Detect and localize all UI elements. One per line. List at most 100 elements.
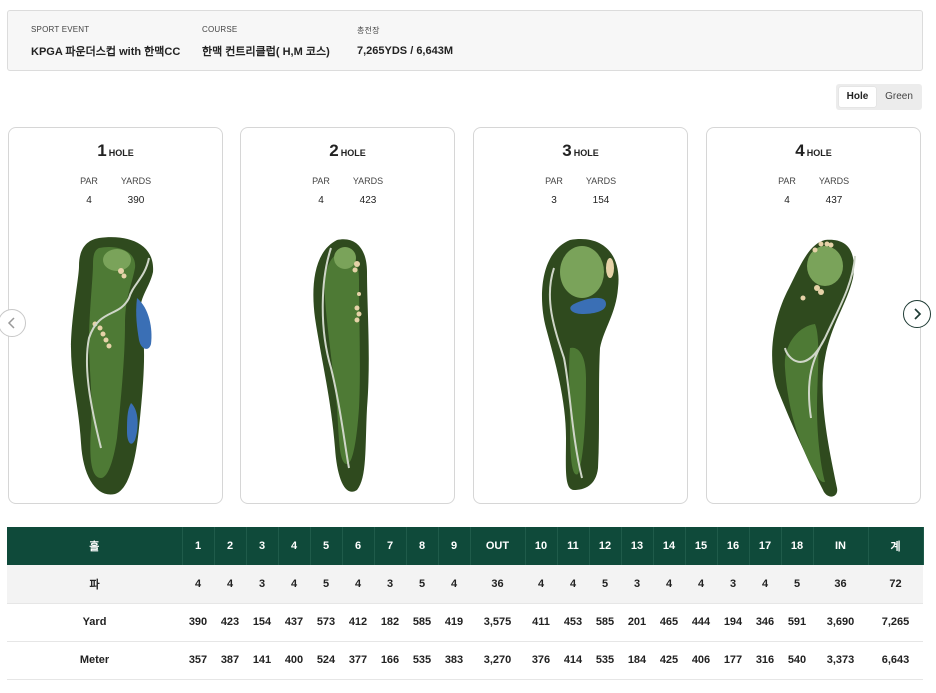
hole-card-1[interactable]: 1 HOLE PAR 4 YARDS 390: [8, 127, 223, 504]
table-cell: 383: [438, 641, 470, 680]
table-cell: 4: [653, 565, 685, 604]
row-label: Meter: [7, 641, 182, 680]
par-value: 3: [551, 195, 557, 206]
table-cell: 4: [525, 565, 557, 604]
table-cell: 412: [342, 603, 374, 642]
hole-suffix: HOLE: [340, 148, 366, 158]
hole-card-4[interactable]: 4 HOLE PAR 4 YARDS 437: [706, 127, 921, 504]
table-cell: 5: [589, 565, 621, 604]
bunkers: [606, 258, 614, 278]
hole-1-map: [71, 237, 154, 495]
yards-value: 154: [592, 195, 610, 206]
yards-value: 423: [359, 195, 377, 206]
table-cell: 3,270: [470, 641, 525, 680]
yards-label: YARDS: [120, 176, 152, 186]
chevron-right-icon: [914, 308, 922, 320]
table-cell: 5: [781, 565, 813, 604]
header-cell: 17: [749, 527, 782, 565]
table-cell: 4: [278, 565, 310, 604]
table-cell: 465: [653, 603, 685, 642]
header-cell: 7: [374, 527, 407, 565]
hole-title: 3 HOLE: [474, 141, 687, 161]
table-cell: 184: [621, 641, 653, 680]
header-cell: 3: [246, 527, 279, 565]
table-cell: 154: [246, 603, 278, 642]
table-cell: 4: [685, 565, 717, 604]
scorecard-header-row: 홀 1 2 3 4 5 6 7 8 9 OUT 10 11 12 13 14 15 16 17 18 IN 계: [7, 527, 924, 565]
table-cell: 4: [749, 565, 781, 604]
chevron-left-icon: [7, 317, 15, 329]
table-cell: 585: [589, 603, 621, 642]
table-cell: 5: [310, 565, 342, 604]
par-stat: PAR 4: [296, 176, 346, 206]
yards-stat: YARDS 437: [809, 176, 859, 206]
header-cell: 15: [685, 527, 718, 565]
par-stat: PAR 3: [529, 176, 579, 206]
course-label: COURSE: [202, 25, 238, 34]
par-label: PAR: [312, 176, 330, 186]
header-cell: OUT: [470, 527, 526, 565]
header-cell: IN: [813, 527, 869, 565]
view-toggle: Hole Green: [836, 84, 922, 110]
header-cell: 10: [525, 527, 558, 565]
yards-label: YARDS: [352, 176, 384, 186]
par-label: PAR: [80, 176, 98, 186]
table-cell: 585: [406, 603, 438, 642]
table-cell: 573: [310, 603, 342, 642]
table-cell: 591: [781, 603, 813, 642]
hole-suffix: HOLE: [108, 148, 134, 158]
total-length-info: 총전장 7,265YDS / 6,643M: [357, 25, 453, 57]
header-cell: 5: [310, 527, 343, 565]
course-value: 한맥 컨트리클럽( H,M 코스): [202, 46, 330, 58]
par-label: PAR: [545, 176, 563, 186]
par-value: 4: [784, 195, 790, 206]
hole-number: 4: [795, 141, 805, 160]
table-cell: 4: [182, 565, 214, 604]
table-cell: 444: [685, 603, 717, 642]
table-cell: 36: [470, 565, 525, 604]
table-cell: 3: [374, 565, 406, 604]
event-info-bar: SPORT EVENT KPGA 파운더스컵 with 한맥CC COURSE …: [7, 10, 923, 71]
table-cell: 141: [246, 641, 278, 680]
hole-number: 3: [562, 141, 572, 160]
table-cell: 7,265: [868, 603, 923, 642]
hole-number: 1: [97, 141, 107, 160]
table-cell: 419: [438, 603, 470, 642]
header-cell: 6: [342, 527, 375, 565]
header-cell: 18: [781, 527, 814, 565]
next-button[interactable]: [903, 300, 931, 328]
table-cell: 377: [342, 641, 374, 680]
table-cell: 376: [525, 641, 557, 680]
table-cell: 3: [717, 565, 749, 604]
table-cell: 3,373: [813, 641, 868, 680]
table-cell: 414: [557, 641, 589, 680]
table-cell: 437: [278, 603, 310, 642]
toggle-green-button[interactable]: Green: [878, 87, 920, 107]
table-cell: 400: [278, 641, 310, 680]
table-cell: 6,643: [868, 641, 923, 680]
table-cell: 425: [653, 641, 685, 680]
table-cell: 201: [621, 603, 653, 642]
table-cell: 346: [749, 603, 781, 642]
table-cell: 4: [342, 565, 374, 604]
total-length-value: 7,265YDS / 6,643M: [357, 45, 454, 57]
header-cell: 13: [621, 527, 654, 565]
table-cell: 4: [557, 565, 589, 604]
hole-card-2[interactable]: 2 HOLE PAR 4 YARDS 423: [240, 127, 455, 504]
par-value: 4: [86, 195, 92, 206]
scorecard-table: 홀 1 2 3 4 5 6 7 8 9 OUT 10 11 12 13 14 15 16 17 18 IN 계 파4434…: [7, 527, 924, 680]
hole-card-3[interactable]: 3 HOLE PAR 3 YARDS 154: [473, 127, 688, 504]
hole-suffix: HOLE: [573, 148, 599, 158]
sport-event-label: SPORT EVENT: [31, 25, 90, 34]
hole-3-map: [541, 239, 619, 490]
header-cell: 11: [557, 527, 590, 565]
table-cell: 390: [182, 603, 214, 642]
table-cell: 4: [438, 565, 470, 604]
table-cell: 423: [214, 603, 246, 642]
toggle-hole-button[interactable]: Hole: [839, 87, 876, 107]
hole-2-map: [313, 239, 369, 492]
yards-stat: YARDS 154: [576, 176, 626, 206]
yards-stat: YARDS 390: [111, 176, 161, 206]
table-cell: 387: [214, 641, 246, 680]
header-cell: 14: [653, 527, 686, 565]
